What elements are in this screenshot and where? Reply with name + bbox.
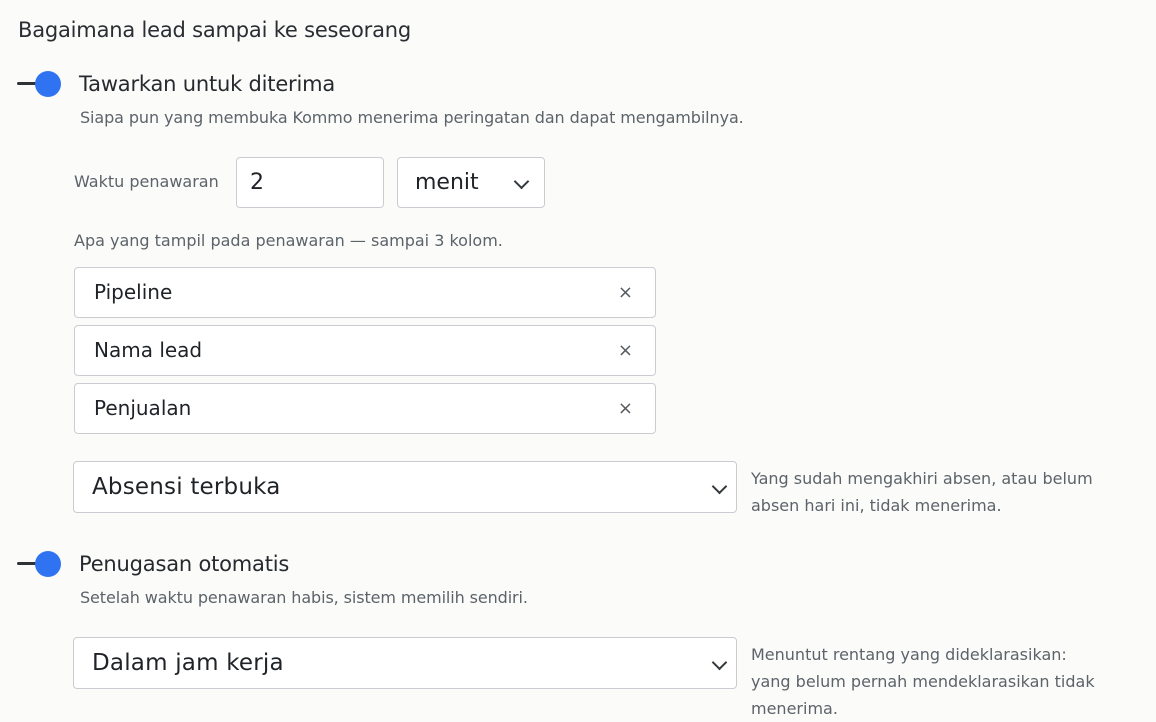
toggle-knob <box>35 71 61 97</box>
offer-columns-label: Apa yang tampil pada penawaran — sampai … <box>74 231 503 250</box>
close-icon[interactable]: × <box>618 326 633 375</box>
working-hours-select[interactable]: Dalam jam kerja <box>73 637 737 689</box>
working-hours-note-line: Menuntut rentang yang dideklarasikan: <box>751 645 1067 664</box>
offer-time-unit-select[interactable]: menit <box>397 157 545 208</box>
offer-time-label: Waktu penawaran <box>74 172 219 191</box>
attendance-select-value: Absensi terbuka <box>92 474 281 500</box>
offer-column-label: Penjualan <box>94 396 192 420</box>
offer-column-label: Nama lead <box>94 338 203 362</box>
offer-label: Tawarkan untuk diterima <box>79 72 336 96</box>
offer-column-label: Pipeline <box>94 280 173 304</box>
working-hours-note-line: yang belum pernah mendeklarasikan tidak … <box>751 672 1095 718</box>
auto-assign-description: Setelah waktu penawaran habis, sistem me… <box>80 588 528 607</box>
attendance-note-line: Yang sudah mengakhiri absen, atau belum <box>751 469 1093 488</box>
attendance-select[interactable]: Absensi terbuka <box>73 461 737 513</box>
section-heading: Bagaimana lead sampai ke seseorang <box>18 18 412 42</box>
offer-time-unit-value: menit <box>415 170 479 195</box>
chevron-down-icon <box>711 478 728 495</box>
auto-assign-toggle[interactable] <box>17 549 63 579</box>
attendance-note-line: absen hari ini, tidak menerima. <box>751 496 1002 515</box>
working-hours-select-value: Dalam jam kerja <box>92 650 284 676</box>
chevron-down-icon <box>711 654 728 671</box>
offer-column-chip: Penjualan × <box>74 383 656 434</box>
close-icon[interactable]: × <box>618 384 633 433</box>
offer-description: Siapa pun yang membuka Kommo menerima pe… <box>80 108 744 127</box>
chevron-down-icon <box>513 173 530 190</box>
working-hours-note: Menuntut rentang yang dideklarasikan: ya… <box>751 641 1156 722</box>
toggle-knob <box>35 551 61 577</box>
offer-column-chip: Pipeline × <box>74 267 656 318</box>
offer-toggle[interactable] <box>17 69 63 99</box>
offer-column-chip: Nama lead × <box>74 325 656 376</box>
offer-time-input[interactable]: 2 <box>236 157 384 208</box>
close-icon[interactable]: × <box>618 268 633 317</box>
auto-assign-label: Penugasan otomatis <box>79 552 290 576</box>
attendance-note: Yang sudah mengakhiri absen, atau belum … <box>751 465 1093 519</box>
